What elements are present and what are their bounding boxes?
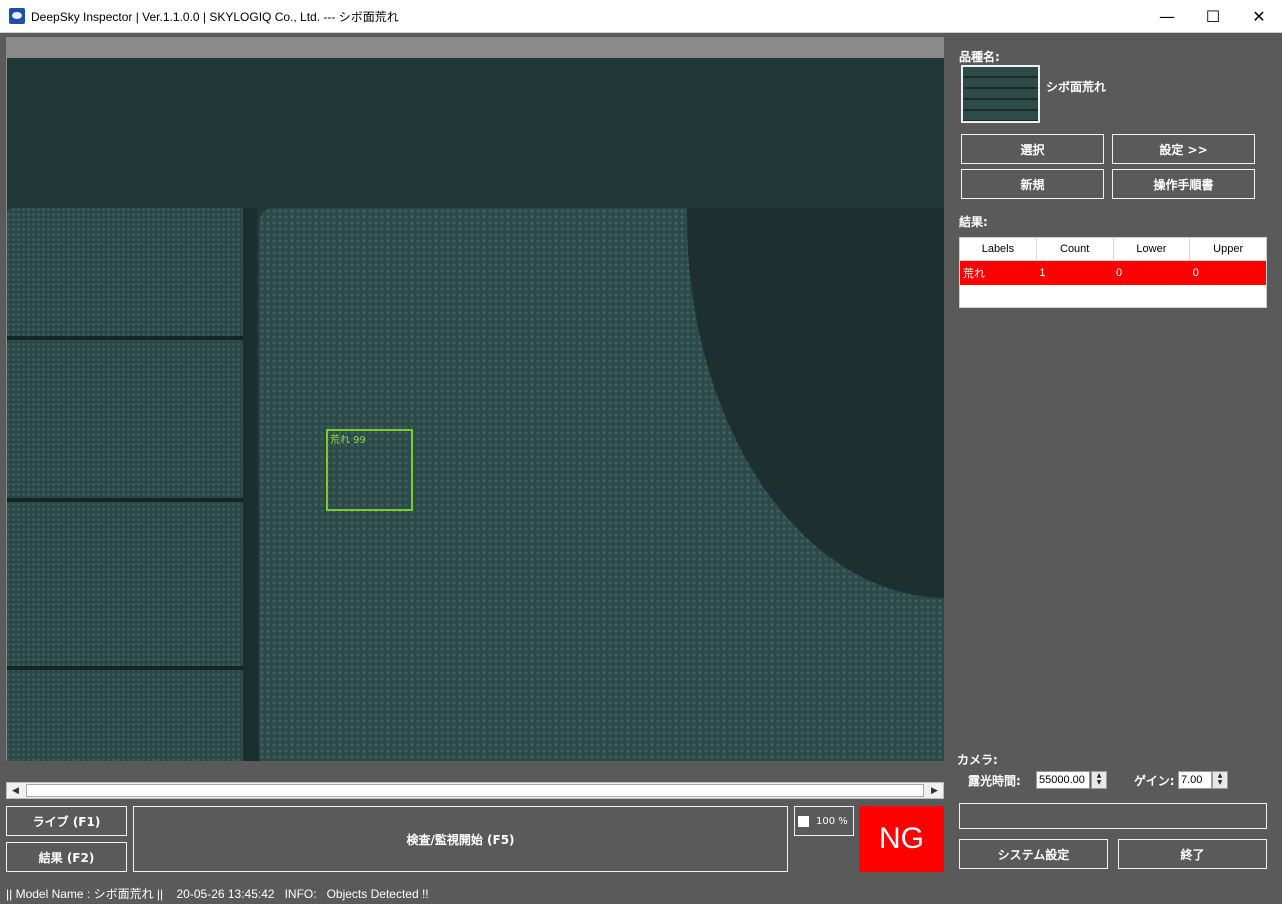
- select-button[interactable]: 選択: [961, 134, 1104, 164]
- detection-label: 荒れ 99: [330, 435, 366, 446]
- exposure-stepper-icon[interactable]: ▲ ▼: [1091, 771, 1107, 789]
- maximize-button[interactable]: ☐: [1190, 0, 1236, 32]
- table-row[interactable]: 荒れ 1 0 0: [960, 260, 1266, 285]
- manual-button[interactable]: 操作手順書: [1112, 169, 1255, 199]
- inspect-start-button[interactable]: 検査/監視開始 (F5): [133, 806, 788, 872]
- horizontal-scrollbar[interactable]: ◀ ▶: [6, 782, 944, 799]
- cell-lower: 0: [1113, 260, 1190, 285]
- exposure-label: 露光時間:: [968, 774, 1021, 788]
- new-button[interactable]: 新規: [961, 169, 1104, 199]
- product-thumbnail: [961, 65, 1040, 123]
- cell-count: 1: [1036, 260, 1114, 285]
- settings-button[interactable]: 設定 >>: [1112, 134, 1255, 164]
- window-title: DeepSky Inspector | Ver.1.1.0.0 | SKYLOG…: [31, 10, 399, 24]
- status-bar: || Model Name : シボ面荒れ || 20-05-26 13:45:…: [6, 887, 429, 901]
- scroll-thumb[interactable]: [26, 784, 924, 797]
- gain-label: ゲイン:: [1134, 774, 1175, 788]
- gain-input[interactable]: 7.00: [1178, 771, 1212, 789]
- column-header-labels[interactable]: Labels: [960, 238, 1037, 261]
- gain-stepper-icon[interactable]: ▲ ▼: [1212, 771, 1228, 789]
- result-button[interactable]: 結果 (F2): [6, 842, 127, 872]
- exit-button[interactable]: 終了: [1118, 839, 1267, 869]
- column-header-upper[interactable]: Upper: [1189, 238, 1266, 261]
- column-header-lower[interactable]: Lower: [1113, 238, 1191, 261]
- zoom-label: 100 %: [816, 815, 848, 827]
- system-settings-button[interactable]: システム設定: [959, 839, 1108, 869]
- title-bar: DeepSky Inspector | Ver.1.1.0.0 | SKYLOG…: [0, 0, 1282, 33]
- results-label: 結果:: [959, 215, 988, 229]
- scroll-left-arrow-icon[interactable]: ◀: [8, 783, 23, 798]
- camera-label: カメラ:: [957, 753, 998, 767]
- results-table[interactable]: Labels Count Lower Upper 荒れ 1 0 0: [959, 237, 1267, 308]
- minimize-button[interactable]: —: [1144, 0, 1190, 32]
- camera-image: 荒れ 99: [7, 58, 944, 761]
- live-button[interactable]: ライブ (F1): [6, 806, 127, 836]
- product-name: シボ面荒れ: [1046, 80, 1107, 94]
- exposure-input[interactable]: 55000.00: [1036, 771, 1090, 789]
- scroll-right-arrow-icon[interactable]: ▶: [927, 783, 942, 798]
- judgement-indicator: NG: [859, 806, 944, 872]
- progress-bar: [959, 803, 1267, 829]
- cell-upper: 0: [1189, 260, 1266, 285]
- product-label: 品種名:: [959, 50, 1000, 64]
- image-viewer[interactable]: 荒れ 99: [6, 37, 944, 761]
- close-button[interactable]: ✕: [1236, 0, 1282, 32]
- cell-label: 荒れ: [960, 260, 1037, 285]
- checkbox-box[interactable]: [798, 815, 809, 827]
- part-left-panel: [7, 208, 255, 761]
- column-header-count[interactable]: Count: [1036, 238, 1114, 261]
- app-logo-icon: [9, 8, 25, 24]
- zoom-100-checkbox[interactable]: 100 %: [794, 806, 854, 836]
- detection-box: 荒れ 99: [326, 429, 413, 511]
